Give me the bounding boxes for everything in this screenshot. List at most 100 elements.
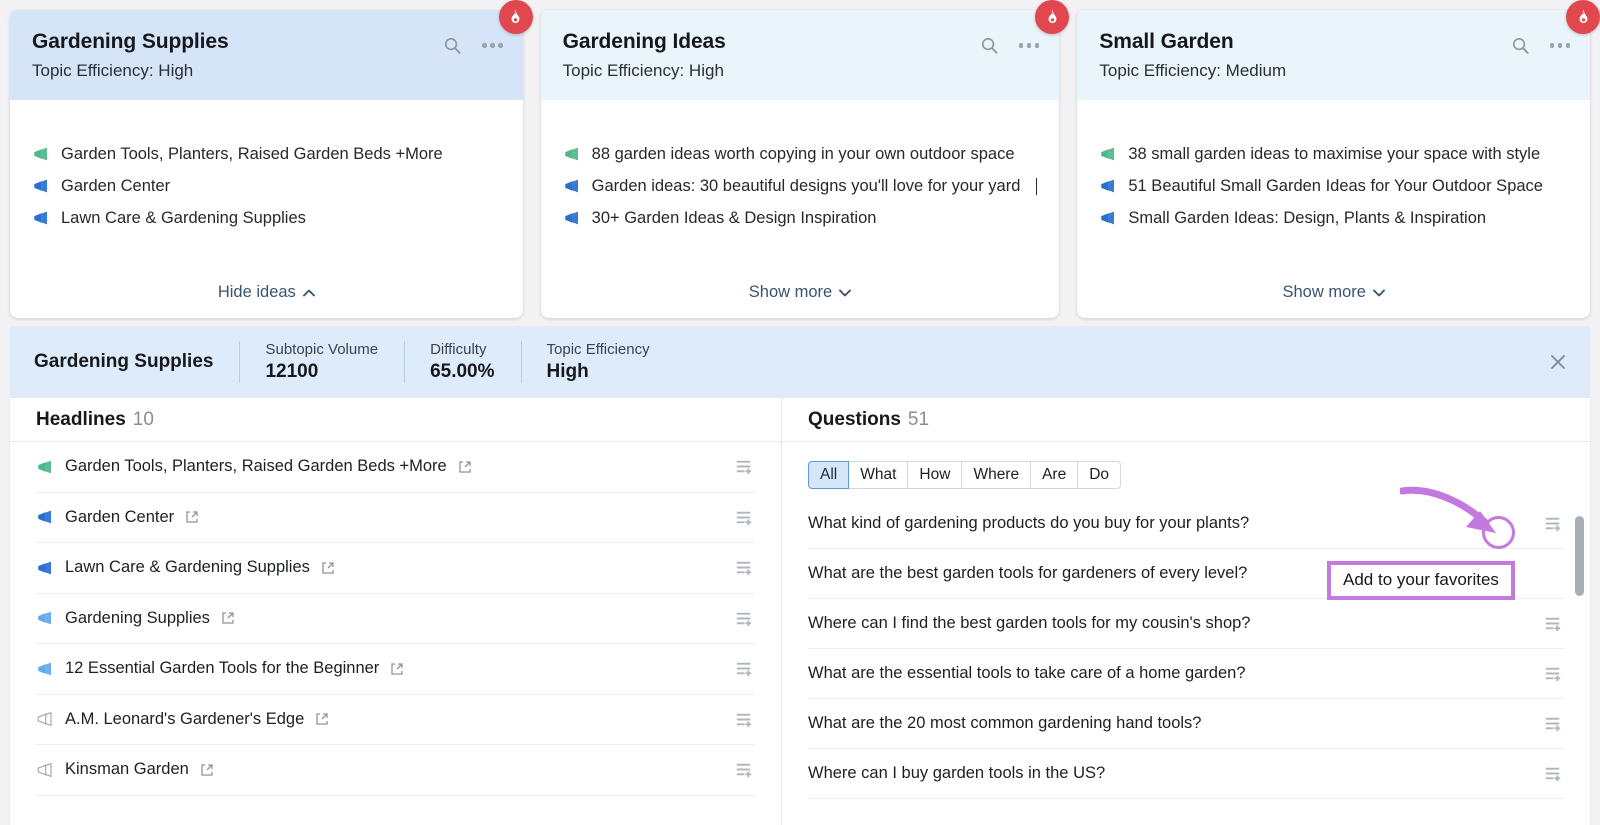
- add-to-list-icon[interactable]: [1543, 613, 1564, 634]
- headlines-panel: Headlines 10 Garden Tools, Planters, Rai…: [10, 398, 782, 825]
- list-item-label: 51 Beautiful Small Garden Ideas for Your…: [1128, 176, 1543, 195]
- list-item[interactable]: Garden ideas: 30 beautiful designs you'l…: [563, 170, 1038, 202]
- megaphone-icon: [38, 611, 51, 625]
- filter-pill-where[interactable]: Where: [962, 461, 1032, 489]
- filter-pill-all[interactable]: All: [808, 461, 850, 489]
- search-icon[interactable]: [443, 36, 462, 55]
- filter-pill-what[interactable]: What: [849, 461, 909, 489]
- add-to-list-icon[interactable]: [734, 456, 755, 477]
- detail-panels: Headlines 10 Garden Tools, Planters, Rai…: [10, 398, 1590, 825]
- card-subtitle: Topic Efficiency: High: [562, 61, 724, 80]
- more-options-icon[interactable]: [1018, 43, 1040, 48]
- filter-pill-do[interactable]: Do: [1078, 461, 1122, 489]
- list-item[interactable]: 51 Beautiful Small Garden Ideas for Your…: [1099, 170, 1568, 202]
- table-row[interactable]: Gardening Supplies: [36, 594, 755, 644]
- list-item[interactable]: 38 small garden ideas to maximise your s…: [1099, 138, 1568, 170]
- external-link-icon[interactable]: [458, 460, 472, 474]
- megaphone-icon: [38, 662, 51, 676]
- panel-title: Questions: [808, 408, 901, 430]
- external-link-icon[interactable]: [321, 561, 335, 575]
- card-toggle-ideas[interactable]: Show more: [541, 269, 1060, 318]
- add-to-list-icon[interactable]: [734, 658, 755, 679]
- table-row[interactable]: What are the essential tools to take car…: [808, 649, 1564, 699]
- chevron-up-icon: [302, 289, 315, 296]
- add-to-list-icon[interactable]: [1543, 713, 1564, 734]
- add-to-list-icon[interactable]: [1543, 663, 1564, 684]
- table-cell-question: What are the essential tools to take car…: [808, 664, 1246, 682]
- headlines-list: Garden Tools, Planters, Raised Garden Be…: [10, 442, 781, 796]
- table-row[interactable]: Where can I find the best garden tools f…: [808, 599, 1564, 649]
- list-item-label: 88 garden ideas worth copying in your ow…: [591, 144, 1015, 163]
- list-item[interactable]: Lawn Care & Gardening Supplies: [32, 202, 501, 234]
- list-item[interactable]: Garden Center: [32, 170, 501, 202]
- list-item[interactable]: Small Garden Ideas: Design, Plants & Ins…: [1099, 202, 1568, 234]
- search-icon[interactable]: [980, 36, 999, 55]
- card-header-actions: [980, 36, 1040, 55]
- table-row[interactable]: Where can I buy garden tools in the US?: [808, 749, 1564, 799]
- table-cell-question: What are the best garden tools for garde…: [808, 564, 1248, 582]
- table-row[interactable]: What kind of gardening products do you b…: [808, 499, 1564, 549]
- metric-topic-efficiency: Topic Efficiency High: [520, 339, 676, 385]
- panel-count: 51: [907, 408, 930, 430]
- filter-pill-how[interactable]: How: [908, 461, 963, 489]
- external-link-icon[interactable]: [185, 510, 199, 524]
- megaphone-icon: [38, 561, 51, 575]
- text-cursor: [1036, 177, 1038, 195]
- add-to-list-icon[interactable]: [1543, 763, 1564, 784]
- card-toggle-label: Hide ideas: [217, 283, 296, 301]
- external-link-icon[interactable]: [200, 763, 214, 777]
- add-to-list-icon[interactable]: [734, 759, 755, 780]
- table-cell-headline: Gardening Supplies: [65, 608, 210, 627]
- table-cell-question: What are the 20 most common gardening ha…: [808, 714, 1202, 732]
- add-to-list-icon[interactable]: [734, 507, 755, 528]
- megaphone-icon: [38, 460, 51, 474]
- card-header: Small Garden Topic Efficiency: Medium: [1077, 10, 1591, 100]
- table-row[interactable]: What are the 20 most common gardening ha…: [808, 699, 1564, 749]
- table-row[interactable]: A.M. Leonard's Gardener's Edge: [36, 695, 755, 745]
- table-row[interactable]: Kinsman Garden: [36, 745, 755, 796]
- list-item-label: Garden ideas: 30 beautiful designs you'l…: [591, 176, 1021, 195]
- more-options-icon[interactable]: [482, 43, 503, 48]
- add-to-list-icon[interactable]: [1543, 513, 1564, 534]
- card-ideas-list: 88 garden ideas worth copying in your ow…: [540, 100, 1060, 269]
- topic-card-small-garden[interactable]: Small Garden Topic Efficiency: Medium 38…: [1077, 0, 1600, 318]
- panel-count: 10: [132, 408, 154, 430]
- card-ideas-list: 38 small garden ideas to maximise your s…: [1077, 100, 1591, 269]
- panel-title: Headlines: [36, 408, 126, 430]
- card-title: Gardening Ideas: [562, 30, 726, 53]
- add-to-list-icon[interactable]: [734, 557, 755, 578]
- list-item-label: Lawn Care & Gardening Supplies: [61, 208, 306, 227]
- card-toggle-ideas[interactable]: Show more: [1077, 269, 1590, 318]
- metric-subtopic-volume: Subtopic Volume 12100: [239, 339, 404, 385]
- list-item-label: Garden Center: [61, 176, 171, 195]
- external-link-icon[interactable]: [221, 611, 235, 625]
- table-row[interactable]: 12 Essential Garden Tools for the Beginn…: [36, 644, 755, 695]
- more-options-icon[interactable]: [1549, 43, 1571, 48]
- questions-scrollbar-thumb[interactable]: [1575, 516, 1584, 596]
- card-toggle-ideas[interactable]: Hide ideas: [10, 269, 523, 318]
- list-item[interactable]: 88 garden ideas worth copying in your ow…: [563, 138, 1038, 170]
- table-cell-headline: Garden Center: [65, 507, 175, 526]
- search-icon[interactable]: [1511, 36, 1530, 55]
- topic-card-gardening-supplies[interactable]: Gardening Supplies Topic Efficiency: Hig…: [10, 0, 533, 318]
- question-filter-group: All What How Where Are Do: [808, 461, 1122, 489]
- close-icon[interactable]: [1548, 352, 1568, 372]
- list-item[interactable]: 30+ Garden Ideas & Design Inspiration: [563, 202, 1038, 234]
- table-row[interactable]: Lawn Care & Gardening Supplies: [36, 543, 755, 594]
- table-cell-headline: 12 Essential Garden Tools for the Beginn…: [65, 659, 380, 678]
- megaphone-icon: [37, 712, 52, 727]
- table-row[interactable]: Garden Center: [36, 493, 755, 543]
- card-title: Gardening Supplies: [32, 30, 229, 53]
- external-link-icon[interactable]: [390, 662, 404, 676]
- megaphone-icon: [38, 510, 51, 524]
- questions-panel-header: Questions 51: [782, 398, 1590, 442]
- table-row[interactable]: Garden Tools, Planters, Raised Garden Be…: [36, 442, 755, 493]
- add-to-list-icon[interactable]: [734, 709, 755, 730]
- filter-pill-are[interactable]: Are: [1031, 461, 1079, 489]
- questions-panel: Questions 51 All What How Where Are Do W…: [782, 398, 1590, 825]
- external-link-icon[interactable]: [315, 712, 329, 726]
- flame-icon: [1035, 0, 1070, 34]
- topic-card-gardening-ideas[interactable]: Gardening Ideas Topic Efficiency: High 8…: [540, 0, 1070, 318]
- list-item[interactable]: Garden Tools, Planters, Raised Garden Be…: [32, 138, 501, 170]
- add-to-list-icon[interactable]: [734, 608, 755, 629]
